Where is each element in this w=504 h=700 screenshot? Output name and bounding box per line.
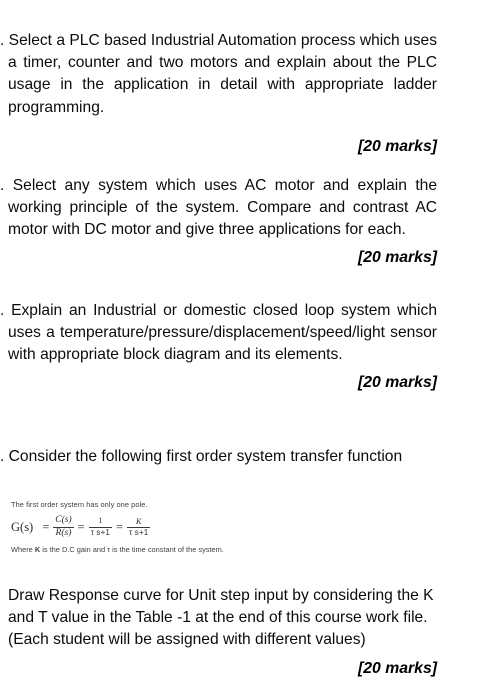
question-1-text: . Select a PLC based Industrial Automati… bbox=[0, 32, 442, 116]
question-4-marks: [20 marks] bbox=[357, 659, 437, 677]
formula-fraction-2-numerator: 1 bbox=[98, 516, 103, 526]
formula-fraction-1-denominator: R(s) bbox=[55, 527, 72, 538]
formula-note: Where K is the D.C gain and τ is the tim… bbox=[11, 545, 226, 555]
formula-fraction-3-denominator: τ s+1 bbox=[129, 527, 149, 537]
formula-equals-1: = bbox=[42, 519, 50, 534]
question-block-2: . Select any system which uses AC motor … bbox=[0, 175, 437, 268]
formula-lhs: G(s) bbox=[11, 519, 34, 534]
formula-note-prefix: Where bbox=[11, 545, 35, 554]
formula-fraction-1-numerator: C(s) bbox=[55, 514, 72, 525]
question-3-marks: [20 marks] bbox=[357, 373, 437, 391]
formula-fraction-3-numerator: K bbox=[135, 515, 142, 526]
question-4-tail-text: Draw Response curve for Unit step input … bbox=[8, 587, 438, 649]
question-3-text: . Explain an Industrial or domestic clos… bbox=[0, 302, 442, 364]
question-2-text: . Select any system which uses AC motor … bbox=[0, 177, 442, 239]
formula-equals-3: = bbox=[116, 519, 124, 534]
formula-caption: The first order system has only one pole… bbox=[11, 500, 148, 509]
formula-fraction-k-over-tau: K τ s+1 bbox=[127, 515, 151, 537]
question-block-1: . Select a PLC based Industrial Automati… bbox=[0, 30, 437, 157]
question-block-4-tail: Draw Response curve for Unit step input … bbox=[0, 585, 437, 679]
formula-equals-2: = bbox=[77, 519, 85, 534]
formula-fraction-2-denominator: τ s+1 bbox=[90, 527, 111, 537]
formula-note-suffix: is the D.C gain and τ is the time consta… bbox=[40, 545, 224, 554]
formula-fraction-one-over-tau: 1 τ s+1 bbox=[88, 516, 113, 537]
question-2-marks: [20 marks] bbox=[357, 248, 437, 266]
formula-fraction-cs-rs: C(s) R(s) bbox=[53, 514, 74, 539]
question-block-3: . Explain an Industrial or domestic clos… bbox=[0, 300, 437, 393]
question-4-text: . Consider the following first order sys… bbox=[0, 448, 403, 465]
transfer-function-equation: G(s) = C(s) R(s) = 1 τ s+1 = K τ s+1 bbox=[11, 514, 261, 540]
question-1-marks: [20 marks] bbox=[357, 137, 437, 155]
question-block-4: . Consider the following first order sys… bbox=[0, 446, 437, 468]
document-page: . Select a PLC based Industrial Automati… bbox=[0, 0, 504, 700]
transfer-function-figure: The first order system has only one pole… bbox=[11, 500, 261, 555]
